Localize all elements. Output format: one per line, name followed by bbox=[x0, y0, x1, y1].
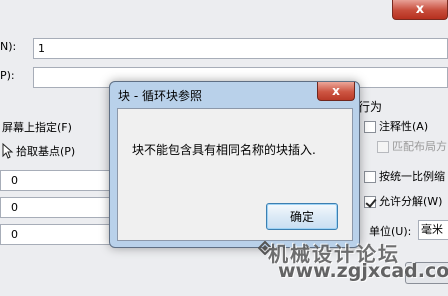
annotative-checkbox[interactable] bbox=[364, 121, 376, 133]
window-close-button[interactable]: x bbox=[392, 0, 448, 20]
dialog-body: 块不能包含具有相同名称的块插入. 确定 bbox=[117, 108, 353, 241]
uniform-scale-label: 按统一比例缩 bbox=[379, 170, 445, 183]
annotative-label: 注释性(A) bbox=[379, 120, 429, 133]
insert-z-field[interactable]: 0 bbox=[0, 224, 112, 245]
units-select[interactable]: 毫米 bbox=[418, 220, 448, 240]
name-label: N): bbox=[0, 40, 17, 53]
path-label: P): bbox=[0, 69, 15, 82]
insert-x-field[interactable]: 0 bbox=[0, 170, 112, 191]
close-icon: x bbox=[415, 2, 425, 17]
match-orientation-label: 匹配布局方 bbox=[392, 140, 447, 153]
name-combobox[interactable]: 1 bbox=[33, 38, 448, 59]
match-orientation-checkbox[interactable] bbox=[377, 141, 389, 153]
dialog-title: 块 - 循环块参照 bbox=[118, 89, 202, 103]
insert-y-field[interactable]: 0 bbox=[0, 197, 112, 218]
dialog-close-icon: x bbox=[332, 84, 340, 98]
allow-explode-label: 允许分解(W) bbox=[379, 195, 443, 208]
pick-point-button[interactable]: 拾取基点(P) bbox=[16, 144, 75, 160]
specify-onscreen-label[interactable]: 屏幕上指定(F) bbox=[2, 120, 72, 136]
ok-button[interactable]: 确定 bbox=[266, 203, 338, 230]
uniform-scale-checkbox[interactable] bbox=[364, 171, 376, 183]
circular-reference-dialog: 块 - 循环块参照 x 块不能包含具有相同名称的块插入. 确定 bbox=[109, 81, 360, 248]
dialog-message: 块不能包含具有相同名称的块插入. bbox=[132, 143, 316, 157]
dialog-close-button[interactable]: x bbox=[317, 82, 355, 101]
watermark-url: www.zgjxcad.com bbox=[278, 260, 448, 282]
pick-point-icon[interactable] bbox=[0, 142, 14, 160]
behavior-section-label: 行为 bbox=[358, 100, 383, 114]
allow-explode-checkbox[interactable] bbox=[364, 196, 376, 208]
ok-button-label: 确定 bbox=[289, 210, 314, 224]
